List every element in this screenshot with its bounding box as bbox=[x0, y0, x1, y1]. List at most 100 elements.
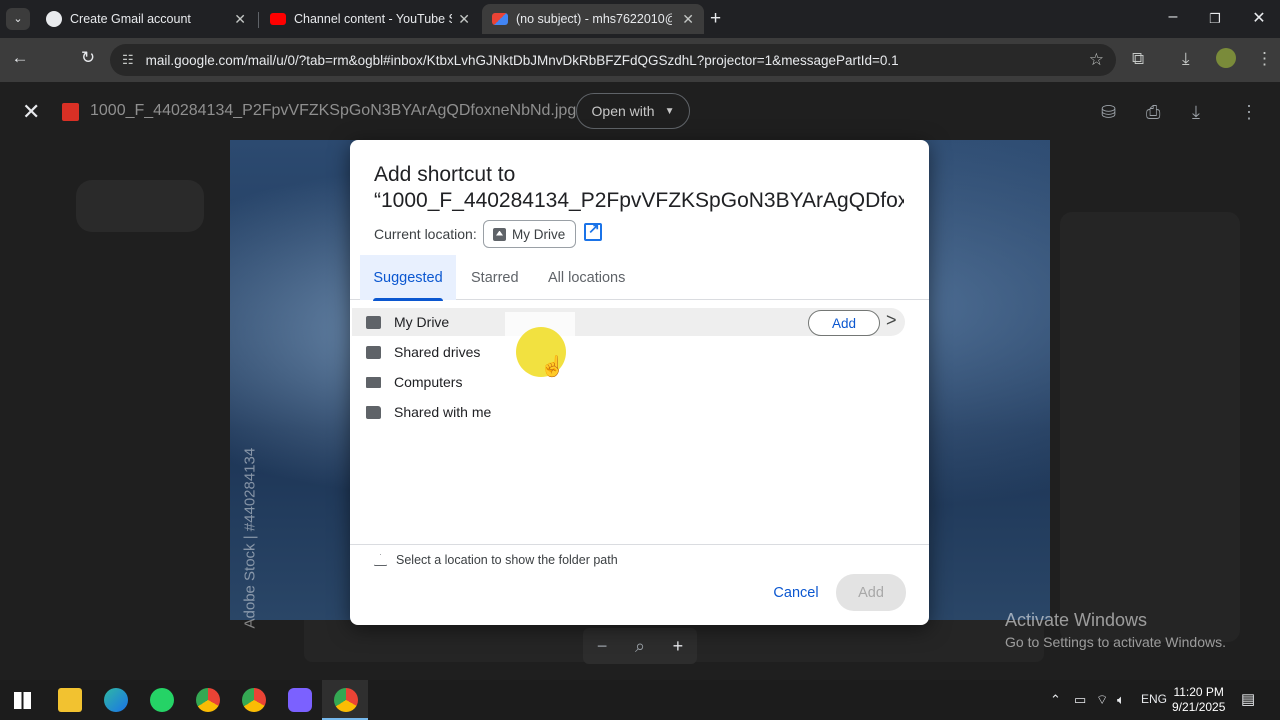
location-item-computers[interactable]: Computers bbox=[352, 368, 905, 396]
windows-start-icon[interactable] bbox=[14, 692, 31, 709]
row-add-label: Add bbox=[831, 315, 857, 331]
reload-icon[interactable]: ↻ bbox=[76, 48, 100, 68]
location-item-shared-with-me[interactable]: Shared with me bbox=[352, 398, 905, 426]
activate-windows-subtitle: Go to Settings to activate Windows. bbox=[1005, 634, 1226, 650]
current-location-chip[interactable]: My Drive bbox=[483, 220, 576, 248]
attachment-viewer-toolbar: ✕ 1000_F_440284134_P2FpvVFZKSpGoN3BYArAg… bbox=[0, 82, 1280, 140]
new-tab-plus-icon[interactable]: + bbox=[710, 8, 721, 30]
app-icon[interactable] bbox=[288, 688, 312, 712]
location-label: Shared with me bbox=[394, 404, 492, 420]
print-icon[interactable]: ⎙ bbox=[1146, 102, 1160, 123]
shared-folder-icon bbox=[366, 405, 381, 419]
add-label: Add bbox=[858, 584, 884, 601]
shared-drives-icon bbox=[366, 345, 381, 359]
file-explorer-icon[interactable] bbox=[58, 688, 82, 712]
browser-toolbar: ← ↻ ☷ mail.google.com/mail/u/0/?tab=rm&o… bbox=[0, 38, 1280, 82]
location-label: My Drive bbox=[394, 314, 450, 330]
extensions-icon[interactable]: ⧉ bbox=[1132, 49, 1144, 69]
tab-youtube-studio[interactable]: Channel content - YouTube Studio ✕ bbox=[260, 4, 480, 34]
tab-label: All locations bbox=[548, 269, 626, 286]
whatsapp-icon[interactable] bbox=[150, 688, 174, 712]
drive-icon bbox=[493, 227, 506, 241]
footer-divider bbox=[350, 544, 929, 545]
dialog-title: Add shortcut to bbox=[374, 163, 516, 186]
chrome-profile-icon[interactable] bbox=[242, 688, 266, 712]
url-text: mail.google.com/mail/u/0/?tab=rm&ogbl#in… bbox=[145, 52, 899, 68]
address-bar[interactable]: ☷ mail.google.com/mail/u/0/?tab=rm&ogbl#… bbox=[110, 44, 1116, 76]
close-tab-icon[interactable]: ✕ bbox=[682, 11, 694, 28]
clock-time: 11:20 PM bbox=[1173, 685, 1224, 699]
location-tabs: Suggested Starred All locations bbox=[350, 255, 929, 301]
sidebar-dimmed bbox=[85, 252, 215, 632]
more-options-icon[interactable]: ⋮ bbox=[1240, 102, 1258, 123]
close-tab-icon[interactable]: ✕ bbox=[458, 11, 470, 28]
open-with-button[interactable]: Open with ▼ bbox=[576, 93, 690, 129]
add-to-drive-icon[interactable]: ⛁ bbox=[1101, 102, 1116, 123]
zoom-controls: − ⌕ + bbox=[583, 628, 697, 664]
compose-button-dimmed bbox=[76, 180, 204, 232]
browser-tab-strip: ⌄ Create Gmail account ✕ Channel content… bbox=[0, 0, 1280, 38]
drive-path-icon bbox=[374, 554, 387, 566]
tab-starred[interactable]: Starred bbox=[471, 255, 519, 300]
chrome-icon[interactable] bbox=[196, 688, 220, 712]
tab-title: Create Gmail account bbox=[70, 12, 191, 26]
system-clock[interactable]: 11:20 PM 9/21/2025 bbox=[1172, 685, 1225, 715]
site-info-icon[interactable]: ☷ bbox=[122, 52, 134, 68]
image-file-icon bbox=[62, 103, 79, 121]
bookmark-star-icon[interactable]: ☆ bbox=[1089, 50, 1104, 70]
downloads-icon[interactable]: ⤓ bbox=[1182, 49, 1190, 69]
location-label: Computers bbox=[394, 374, 463, 390]
volume-icon[interactable]: 🔈︎ bbox=[1117, 692, 1125, 708]
chrome-menu-icon[interactable]: ⋮ bbox=[1256, 49, 1273, 69]
chevron-right-icon[interactable]: > bbox=[886, 310, 897, 331]
tab-create-gmail[interactable]: Create Gmail account ✕ bbox=[36, 4, 256, 34]
restore-icon[interactable]: ❐ bbox=[1195, 11, 1235, 27]
tab-suggested[interactable]: Suggested bbox=[360, 255, 456, 301]
minimize-icon[interactable]: – bbox=[1153, 8, 1193, 26]
language-indicator[interactable]: ENG bbox=[1141, 692, 1167, 706]
tab-search-button[interactable]: ⌄ bbox=[6, 8, 30, 30]
open-in-new-icon[interactable] bbox=[584, 220, 602, 241]
preview-watermark-text: Adobe Stock | #440284134 bbox=[241, 447, 259, 629]
chevron-up-icon[interactable]: ⌃ bbox=[1050, 692, 1061, 708]
row-add-button[interactable]: Add bbox=[808, 310, 880, 336]
notifications-icon[interactable]: ▤ bbox=[1241, 690, 1255, 708]
add-button[interactable]: Add bbox=[836, 574, 906, 611]
active-app-highlight[interactable] bbox=[322, 680, 368, 720]
cancel-label: Cancel bbox=[773, 585, 819, 601]
back-arrow-icon[interactable]: ← bbox=[8, 48, 32, 68]
activate-windows-title: Activate Windows bbox=[1005, 610, 1148, 630]
open-with-label: Open with bbox=[591, 103, 655, 119]
current-location-label: Current location: bbox=[374, 226, 477, 242]
tab-all-locations[interactable]: All locations bbox=[548, 255, 625, 300]
mail-panel-dimmed bbox=[1060, 212, 1240, 642]
zoom-out-icon[interactable]: − bbox=[597, 636, 608, 657]
google-icon bbox=[46, 11, 62, 27]
tab-title: (no subject) - mhs7622010@gmail.com bbox=[516, 12, 672, 26]
close-viewer-icon[interactable]: ✕ bbox=[22, 99, 40, 125]
dialog-file-name: “1000_F_440284134_P2FpvVFZKSpGoN3BYArAgQ… bbox=[374, 189, 904, 212]
youtube-icon bbox=[270, 13, 286, 25]
close-tab-icon[interactable]: ✕ bbox=[234, 11, 246, 28]
chrome-active-icon bbox=[334, 688, 358, 712]
location-item-shared-drives[interactable]: Shared drives bbox=[352, 338, 905, 366]
attachment-file-name: 1000_F_440284134_P2FpvVFZKSpGoN3BYArAgQD… bbox=[90, 102, 577, 119]
drive-icon bbox=[366, 315, 381, 329]
zoom-in-icon[interactable]: + bbox=[673, 636, 684, 657]
edge-icon[interactable] bbox=[104, 688, 128, 712]
gmail-icon bbox=[492, 13, 508, 25]
network-icon[interactable]: ▭ bbox=[1074, 692, 1086, 708]
clock-date: 9/21/2025 bbox=[1172, 700, 1226, 714]
tab-title: Channel content - YouTube Studio bbox=[294, 12, 452, 26]
close-window-icon[interactable]: ✕ bbox=[1239, 8, 1279, 28]
profile-avatar-icon[interactable] bbox=[1216, 48, 1236, 68]
wifi-icon[interactable]: ⌔ bbox=[1096, 692, 1108, 708]
location-label: Shared drives bbox=[394, 344, 481, 360]
cancel-button[interactable]: Cancel bbox=[760, 575, 832, 611]
tab-gmail-no-subject[interactable]: (no subject) - mhs7622010@gmail.com ✕ bbox=[482, 4, 704, 34]
folder-path-hint: Select a location to show the folder pat… bbox=[396, 553, 618, 567]
zoom-reset-icon[interactable]: ⌕ bbox=[635, 636, 645, 657]
computer-icon bbox=[366, 376, 381, 388]
dropdown-caret-icon: ▼ bbox=[664, 105, 675, 117]
download-icon[interactable]: ⤓ bbox=[1192, 102, 1200, 123]
